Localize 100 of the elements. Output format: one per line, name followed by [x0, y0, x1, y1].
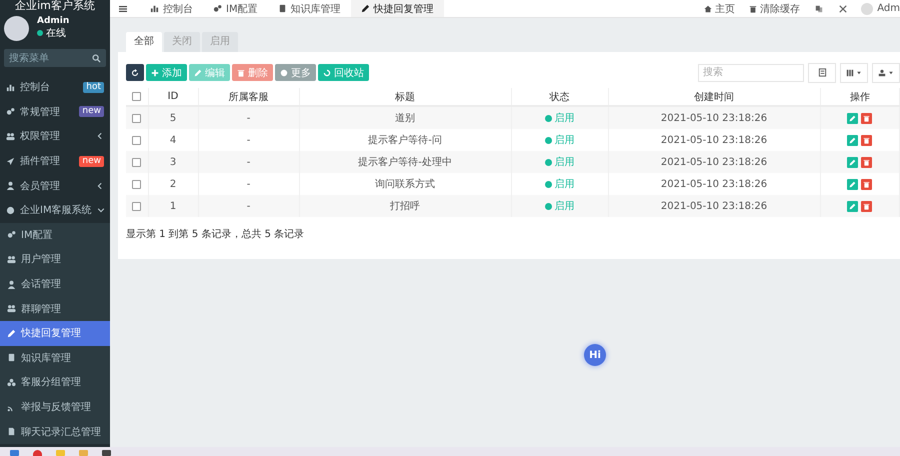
users-icon [6, 132, 15, 141]
trash-icon [863, 158, 870, 166]
export-button[interactable] [872, 62, 900, 82]
search-icon [92, 54, 101, 62]
status-text: 启用 [554, 178, 574, 191]
row-checkbox[interactable] [132, 202, 142, 210]
delete-button[interactable] [861, 156, 872, 168]
trash-icon [863, 136, 870, 144]
column-header: 状态 [550, 92, 570, 102]
table-cell: 询问联系方式 [375, 179, 435, 190]
table-cell: 2021-05-10 23:18:26 [660, 178, 768, 190]
pencil-icon [360, 4, 370, 13]
filter-tab[interactable]: 全部 [126, 32, 162, 52]
sidebar-menu-item[interactable]: 会话管理 [0, 272, 110, 296]
edit-button[interactable] [847, 134, 858, 146]
user-status: 在线 [46, 26, 66, 40]
delete-button[interactable] [861, 200, 872, 212]
status-text: 启用 [554, 134, 574, 147]
caret-icon [888, 70, 894, 76]
sidebar-menu-item[interactable]: 权限管理 [0, 124, 110, 149]
table-cell: - [246, 112, 250, 124]
nav-tab[interactable]: 快捷回复管理 [350, 0, 444, 17]
sidebar-menu-item[interactable]: 客服分组管理 [0, 370, 110, 395]
sidebar-menu-item[interactable]: 群聊管理 [0, 296, 110, 321]
table-cell: - [246, 156, 250, 168]
row-checkbox[interactable] [132, 158, 142, 166]
list-icon [818, 68, 826, 77]
table-cell: - [246, 200, 250, 212]
nav-tab[interactable]: 控制台 [140, 0, 203, 17]
sidebar-menu-item[interactable]: 快捷回复管理 [0, 320, 110, 346]
refresh-button[interactable] [126, 64, 144, 81]
menu-search-field[interactable]: 搜索菜单 [4, 49, 106, 67]
table-cell: 5 [170, 112, 176, 124]
edit-button[interactable] [847, 156, 858, 168]
sidebar-menu-item[interactable]: 控制台 hot [0, 75, 110, 100]
select-all-checkbox[interactable] [132, 92, 142, 101]
pagination-info: 显示第 1 到第 5 条记录，总共 5 条记录 [126, 228, 306, 241]
sidebar-menu-item[interactable]: IM配置 [0, 222, 110, 248]
status-text: 启用 [554, 156, 574, 169]
status-text: 启用 [554, 112, 574, 125]
delete-button[interactable] [861, 134, 872, 146]
group-icon [7, 378, 16, 387]
gears-icon [213, 4, 222, 13]
nav-tab[interactable]: IM配置 [203, 0, 268, 17]
chevron-left-icon [96, 182, 104, 190]
toggle-view-button[interactable] [808, 62, 836, 82]
book-icon [7, 353, 16, 362]
start-icon[interactable] [10, 450, 19, 456]
table-cell: 2021-05-10 23:18:26 [660, 134, 768, 146]
pencil-icon [7, 328, 16, 338]
trash-icon [863, 180, 870, 188]
nav-tab[interactable]: 知识库管理 [268, 0, 351, 17]
terminal-icon[interactable] [102, 450, 111, 456]
nav-link[interactable]: 清除缓存 [742, 2, 808, 16]
trash-icon [237, 68, 245, 76]
menu-badge: new [79, 106, 104, 118]
table-cell: - [246, 134, 250, 146]
sidebar-menu-item[interactable]: 企业IM客服系统 [0, 198, 110, 223]
bar-chart-icon [6, 82, 15, 92]
pencil-icon [849, 136, 856, 144]
nav-link[interactable]: 主页 [697, 2, 742, 16]
pencil-icon [849, 180, 856, 188]
plus-icon [151, 68, 159, 76]
row-checkbox[interactable] [132, 136, 142, 144]
table-cell: 2 [170, 178, 176, 190]
table-cell: 打招呼 [390, 201, 420, 212]
column-header: 创建时间 [694, 92, 734, 102]
edit-button[interactable] [847, 200, 858, 212]
delete-button[interactable] [861, 178, 872, 190]
paper-plane-icon [6, 156, 15, 166]
search-field[interactable]: 搜索 [698, 64, 804, 82]
row-checkbox[interactable] [132, 180, 142, 188]
delete-button[interactable] [861, 112, 872, 124]
sidebar-menu-item[interactable]: 聊天记录汇总管理 [0, 419, 110, 444]
menu-badge: new [79, 156, 104, 167]
chevron-down-icon [96, 206, 105, 214]
column-header: 标题 [395, 92, 415, 102]
sidebar-menu-item[interactable]: 常规管理 new [0, 100, 110, 124]
home-icon [704, 4, 712, 12]
user-icon [7, 280, 16, 289]
sidebar-menu-item[interactable]: 知识库管理 [0, 346, 110, 370]
menu-search-input[interactable]: 搜索菜单 [9, 52, 92, 64]
columns-button[interactable] [840, 62, 868, 82]
row-checkbox[interactable] [132, 114, 142, 122]
edit-button[interactable] [847, 178, 858, 190]
refresh-icon [131, 68, 139, 76]
sidebar-menu-item[interactable]: 用户管理 [0, 247, 110, 272]
pages-icon [815, 4, 824, 12]
table-cell: 2021-05-10 23:18:26 [660, 156, 768, 168]
sidebar-menu-item[interactable]: 举报与反馈管理 [0, 394, 110, 420]
bar-chart-icon [150, 4, 159, 13]
menu-badge: hot [83, 82, 104, 93]
table-cell: 1 [170, 200, 176, 212]
export-icon [878, 68, 886, 76]
browser-icon[interactable] [33, 450, 42, 456]
user-name[interactable]: Adm [873, 3, 900, 14]
sidebar-menu-item[interactable]: 插件管理 new [0, 148, 110, 174]
edit-button[interactable] [847, 112, 858, 124]
users-icon [7, 254, 16, 264]
sidebar-menu-item[interactable]: 会员管理 [0, 173, 110, 198]
